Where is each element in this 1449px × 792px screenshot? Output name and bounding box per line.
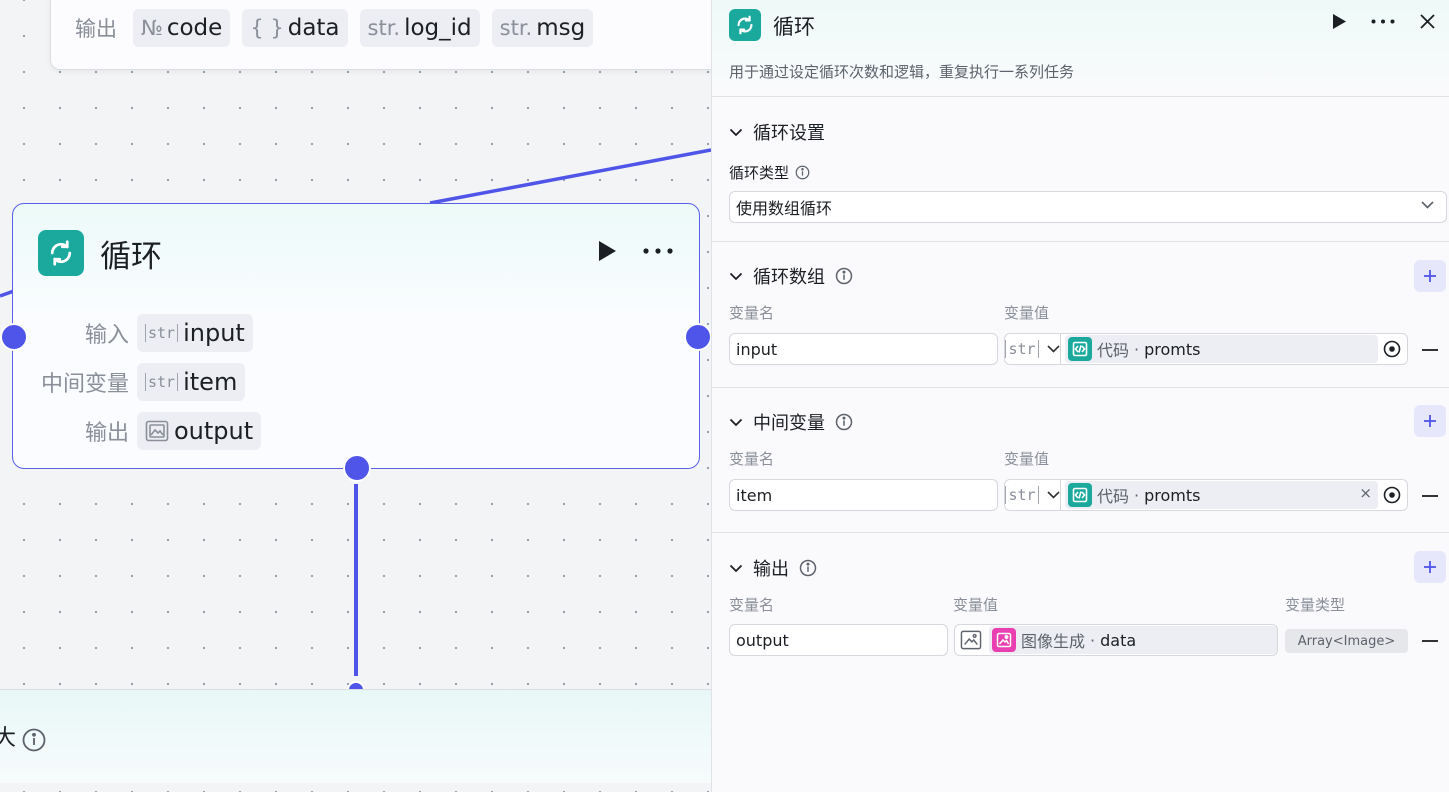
loop-type-select[interactable]: 使用数组循环: [729, 191, 1447, 223]
info-icon[interactable]: [835, 267, 853, 285]
chevron-down-icon: [1046, 345, 1060, 353]
section-header[interactable]: 中间变量: [729, 409, 853, 435]
variable-reference-chip[interactable]: 代码 · promts: [1065, 335, 1378, 363]
node-row-intermediate: 中间变量 str item: [13, 357, 261, 406]
output-chip-data: { } data: [242, 9, 348, 47]
loop-icon: [729, 9, 761, 41]
column-header-name: 变量名: [729, 450, 775, 468]
str-type-icon: str: [145, 323, 179, 342]
input-port[interactable]: [0, 323, 28, 351]
workflow-canvas[interactable]: 输出 № code { } data str. log_id str. msg: [0, 0, 711, 792]
loop-array-value-field[interactable]: str 代码 · promts: [1004, 333, 1408, 365]
output-chip-log-id: str. log_id: [359, 9, 480, 47]
input-variable-chip: str input: [137, 313, 253, 352]
variable-reference-chip[interactable]: 代码 · promts ×: [1065, 481, 1378, 509]
run-node-icon[interactable]: [1332, 13, 1347, 30]
column-header-value: 变量值: [953, 596, 999, 614]
clear-icon[interactable]: ×: [1359, 484, 1372, 502]
target-select-icon[interactable]: [1383, 486, 1401, 504]
type-selector[interactable]: str: [1005, 334, 1061, 364]
chevron-down-icon[interactable]: [729, 564, 743, 573]
previous-node-card[interactable]: 输出 № code { } data str. log_id str. msg: [50, 0, 711, 70]
section-intermediate-variables: 中间变量 变量名 变量值 item str 代码 · promts ×: [712, 388, 1449, 533]
node-title-fragment: 大: [0, 726, 17, 751]
chevron-down-icon[interactable]: [729, 128, 743, 137]
section-header[interactable]: 循环数组: [729, 263, 853, 289]
more-options-icon[interactable]: [643, 248, 673, 254]
output-value-field[interactable]: 图像生成 · data: [954, 624, 1278, 656]
info-icon[interactable]: [835, 413, 853, 431]
loop-body-node[interactable]: 大: [0, 689, 711, 783]
intermediate-name-input[interactable]: item: [729, 479, 998, 511]
add-intermediate-variable-button[interactable]: [1414, 405, 1446, 437]
str-type-icon: str: [145, 372, 179, 391]
column-header-name: 变量名: [729, 304, 775, 322]
section-outputs: 输出 变量名 变量值 变量类型 output 图像生成 · data Array…: [712, 533, 1449, 792]
type-selector[interactable]: str: [1005, 480, 1061, 510]
remove-row-button[interactable]: [1422, 640, 1438, 642]
outputs-label: 输出: [75, 17, 117, 41]
loop-array-name-input[interactable]: input: [729, 333, 998, 365]
section-loop-array: 循环数组 变量名 变量值 input str 代码 · promts: [712, 242, 1449, 388]
image-type-icon: [145, 420, 169, 441]
loop-body-start-port[interactable]: [343, 454, 371, 482]
intermediate-value-field[interactable]: str 代码 · promts ×: [1004, 479, 1408, 511]
close-icon[interactable]: [1419, 13, 1436, 30]
info-icon[interactable]: [795, 165, 810, 180]
more-options-icon[interactable]: [1371, 19, 1395, 24]
image-generation-icon: [992, 628, 1016, 652]
run-node-icon[interactable]: [597, 240, 617, 262]
column-header-name: 变量名: [729, 596, 775, 614]
column-header-value: 变量值: [1004, 304, 1050, 322]
image-type-icon[interactable]: [960, 630, 982, 650]
variable-type-badge: Array<Image>: [1285, 629, 1408, 653]
wire-to-next-node[interactable]: [429, 148, 711, 205]
section-header[interactable]: 输出: [729, 555, 817, 581]
info-icon[interactable]: [799, 559, 817, 577]
node-row-input: 输入 str input: [13, 308, 261, 357]
info-icon[interactable]: [22, 728, 46, 752]
panel-header: 循环 用于通过设定循环次数和逻辑，重复执行一系列任务: [712, 0, 1449, 97]
code-icon: [1068, 337, 1092, 361]
add-output-button[interactable]: [1414, 551, 1446, 583]
chevron-down-icon[interactable]: [729, 418, 743, 427]
loop-node[interactable]: 循环 输入 str input 中间变量 str item 输出 output: [0, 203, 711, 482]
loop-node-title: 循环: [100, 238, 162, 275]
output-port[interactable]: [684, 323, 711, 351]
output-chip-msg: str. msg: [491, 9, 594, 47]
remove-row-button[interactable]: [1422, 349, 1438, 351]
panel-description: 用于通过设定循环次数和逻辑，重复执行一系列任务: [729, 63, 1075, 81]
panel-title[interactable]: 循环: [773, 11, 815, 41]
node-row-output: 输出 output: [13, 406, 262, 455]
node-config-panel: 循环 用于通过设定循环次数和逻辑，重复执行一系列任务 循环设置 循环类型 使用数…: [711, 0, 1449, 792]
chevron-down-icon[interactable]: [729, 272, 743, 281]
column-header-type: 变量类型: [1285, 596, 1346, 614]
variable-reference-chip[interactable]: 图像生成 · data: [989, 626, 1277, 654]
intermediate-variable-chip: str item: [137, 362, 246, 401]
str-type-icon: str: [1005, 340, 1039, 358]
chevron-down-icon: [1046, 491, 1060, 499]
str-type-icon: str: [1005, 486, 1039, 504]
remove-row-button[interactable]: [1422, 495, 1438, 497]
plus-icon: [1424, 270, 1436, 282]
plus-icon: [1424, 415, 1436, 427]
output-chip-code: № code: [133, 9, 231, 47]
column-header-value: 变量值: [1004, 450, 1050, 468]
chevron-down-icon: [1421, 201, 1434, 209]
section-header[interactable]: 循环设置: [729, 119, 825, 145]
code-icon: [1068, 483, 1092, 507]
output-name-input[interactable]: output: [729, 624, 948, 656]
add-loop-array-button[interactable]: [1414, 260, 1446, 292]
output-variable-chip: output: [137, 411, 262, 450]
target-select-icon[interactable]: [1383, 340, 1401, 358]
loop-icon: [38, 230, 84, 276]
loop-type-label: 循环类型: [729, 162, 810, 183]
plus-icon: [1424, 561, 1436, 573]
